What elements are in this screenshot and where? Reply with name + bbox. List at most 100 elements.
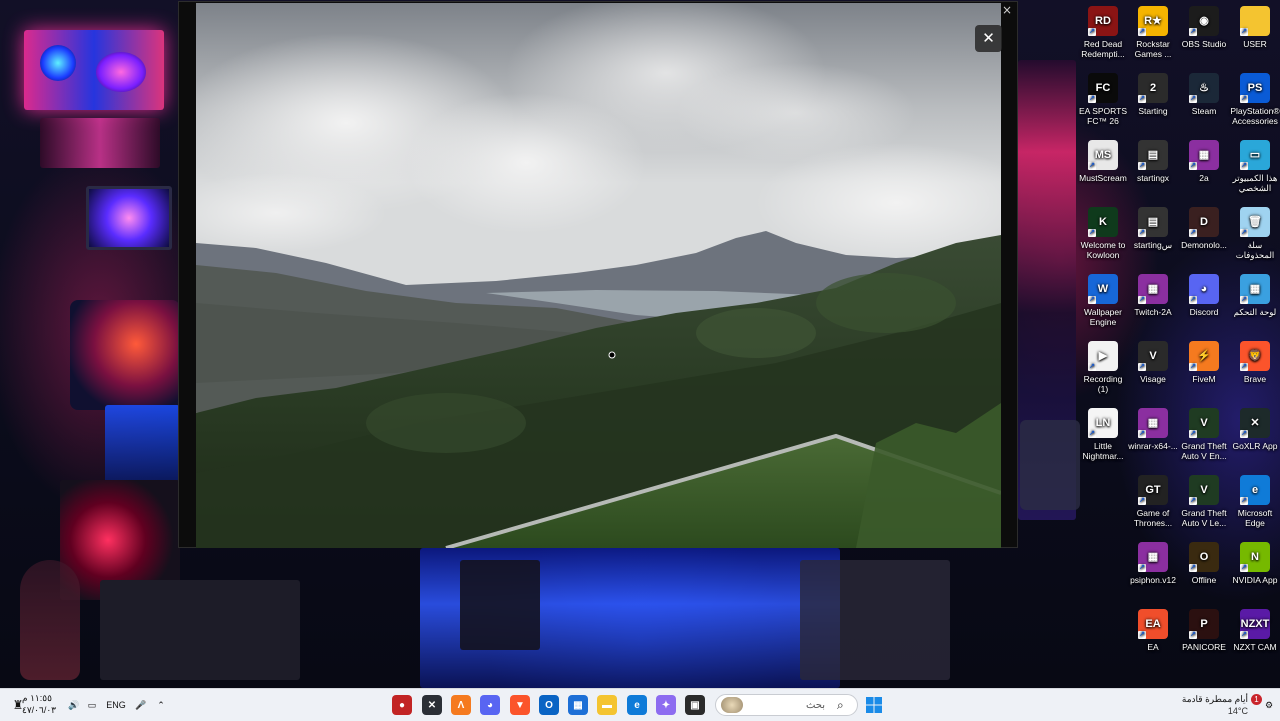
desktop-icon-gta[interactable]: V ↗ Grand Theft Auto V En... bbox=[1179, 408, 1229, 461]
shortcut-arrow-icon: ↗ bbox=[1138, 430, 1146, 438]
desktop-icon-mustscream[interactable]: MS ↗ MustScream bbox=[1078, 140, 1128, 183]
desktop-icon-little-nightmares[interactable]: LN ↗ Little Nightmar... bbox=[1078, 408, 1128, 461]
visage-icon: V ↗ bbox=[1138, 341, 1168, 371]
task-view-icon[interactable]: ▣ bbox=[685, 695, 705, 715]
weather-widget[interactable]: أيام ممطرة قادمة 14°C 1 bbox=[1160, 692, 1262, 718]
desktop-icon-nzxt[interactable]: NZXT ↗ NZXT CAM bbox=[1230, 609, 1280, 652]
desktop-icon-goxlr[interactable]: ✕ ↗ GoXLR App bbox=[1230, 408, 1280, 451]
desktop-icon-panicore[interactable]: P ↗ PANICORE bbox=[1179, 609, 1229, 652]
volume-icon[interactable]: 🔊 bbox=[66, 695, 82, 715]
desktop-icon-label: Little Nightmar... bbox=[1082, 441, 1124, 461]
desktop-icon-steam[interactable]: ♨ ↗ Steam bbox=[1179, 73, 1229, 116]
wallpaper-engine-icon: W ↗ bbox=[1088, 274, 1118, 304]
brave-icon: 🦁 ↗ bbox=[1240, 341, 1270, 371]
desktop-icon-startingx[interactable]: ▤ ↗ startingx bbox=[1128, 140, 1178, 183]
shortcut-arrow-icon: ↗ bbox=[1138, 631, 1146, 639]
desktop-icon-startings[interactable]: ▤ ↗ startingس bbox=[1128, 207, 1178, 250]
desktop-icon-winrar[interactable]: ▦ ↗ winrar-x64-... bbox=[1128, 408, 1178, 451]
desktop-icon-label: startingx bbox=[1136, 173, 1170, 183]
desktop-icon-demonologist[interactable]: D ↗ Demonolo... bbox=[1179, 207, 1229, 250]
windows-logo-icon bbox=[866, 697, 882, 713]
desktop-icon-kowloon[interactable]: K ↗ Welcome to Kowloon bbox=[1078, 207, 1128, 260]
desktop-icon-fc26[interactable]: FC ↗ EA SPORTS FC™ 26 bbox=[1078, 73, 1128, 126]
desktop-icon-winrar[interactable]: ▦ ↗ Twitch-2A bbox=[1128, 274, 1178, 317]
shortcut-arrow-icon: ↗ bbox=[1138, 363, 1146, 371]
wallpaper-fan bbox=[96, 52, 146, 92]
discord-task-icon[interactable]: ◕ bbox=[480, 695, 500, 715]
desktop-icon-nvidia[interactable]: N ↗ NVIDIA App bbox=[1230, 542, 1280, 585]
desktop-icon-label: Microsoft Edge bbox=[1237, 508, 1273, 528]
clock-time: ١١:٥٥ م bbox=[22, 693, 52, 703]
fivem-task-icon[interactable]: Λ bbox=[451, 695, 471, 715]
desktop-icon-label: PANICORE bbox=[1182, 642, 1226, 652]
desktop-icon-got[interactable]: GT ↗ Game of Thrones... bbox=[1128, 475, 1178, 528]
startingx-icon: ▤ ↗ bbox=[1138, 140, 1168, 170]
desktop-icon-folder[interactable]: ↗ USER bbox=[1230, 6, 1280, 49]
startings-icon: ▤ ↗ bbox=[1138, 207, 1168, 237]
language-indicator[interactable]: ENG bbox=[104, 695, 128, 715]
explorer-icon[interactable]: ▬ bbox=[597, 695, 617, 715]
microphone-icon[interactable]: 🎤 bbox=[134, 695, 148, 715]
nvidia-icon: N ↗ bbox=[1240, 542, 1270, 572]
terminal-icon[interactable]: ✕ bbox=[422, 695, 442, 715]
desktop-icon-discord[interactable]: ◕ ↗ Discord bbox=[1179, 274, 1229, 317]
shortcut-arrow-icon: ↗ bbox=[1189, 363, 1197, 371]
viewer-window-close-icon[interactable]: × bbox=[1000, 3, 1014, 17]
desktop-icon-rockstar[interactable]: R★ ↗ Rockstar Games ... bbox=[1128, 6, 1178, 59]
chevron-up-icon[interactable]: ⌃ bbox=[154, 695, 168, 715]
viewer-close-button[interactable]: ✕ bbox=[975, 25, 1002, 52]
desktop-icon-playstation[interactable]: PS ↗ PlayStation® Accessories bbox=[1230, 73, 1280, 126]
desktop-icon-video-file[interactable]: ▶ ↗ Recording (1) bbox=[1078, 341, 1128, 394]
desktop-icon-ea[interactable]: EA ↗ EA bbox=[1128, 609, 1178, 652]
brave-task-icon[interactable]: ▼ bbox=[510, 695, 530, 715]
store-icon[interactable]: ▦ bbox=[568, 695, 588, 715]
edge-task-icon[interactable]: e bbox=[627, 695, 647, 715]
desktop-icon-label: Welcome to Kowloon bbox=[1080, 240, 1126, 260]
shortcut-arrow-icon: ↗ bbox=[1138, 296, 1146, 304]
desktop-icon-rdr[interactable]: RD ↗ Red Dead Redempti... bbox=[1078, 6, 1128, 59]
desktop-icon-wallpaper-engine[interactable]: W ↗ Wallpaper Engine bbox=[1078, 274, 1128, 327]
desktop-icon-starting[interactable]: 2 ↗ Starting bbox=[1128, 73, 1178, 116]
desktop-icon-label: Brave bbox=[1243, 374, 1267, 384]
desktop-icon-gta[interactable]: V ↗ Grand Theft Auto V Le... bbox=[1179, 475, 1229, 528]
playstation-icon: PS ↗ bbox=[1240, 73, 1270, 103]
gta-icon: V ↗ bbox=[1189, 475, 1219, 505]
shortcut-arrow-icon: ↗ bbox=[1189, 564, 1197, 572]
shortcut-arrow-icon: ↗ bbox=[1240, 296, 1248, 304]
desktop-icon-label: هذا الكمبيوتر الشخصي bbox=[1232, 173, 1278, 193]
shortcut-arrow-icon: ↗ bbox=[1240, 363, 1248, 371]
app-red-icon[interactable]: ● bbox=[392, 695, 412, 715]
shortcut-arrow-icon: ↗ bbox=[1240, 564, 1248, 572]
desktop-icon-label: psiphon.v12 bbox=[1130, 575, 1176, 585]
clock[interactable]: ١١:٥٥ م ٤٧/٠٦/٠٣ bbox=[22, 692, 56, 716]
starting-icon: 2 ↗ bbox=[1138, 73, 1168, 103]
desktop-icon-this-pc[interactable]: ▭ ↗ هذا الكمبيوتر الشخصي bbox=[1230, 140, 1280, 193]
desktop-icon-obs[interactable]: ◉ ↗ OBS Studio bbox=[1179, 6, 1229, 49]
wallpaper-desk-right bbox=[800, 560, 950, 680]
notification-center-icon[interactable]: ⚙ bbox=[1262, 695, 1276, 715]
desktop-icon-winrar[interactable]: ▦ ↗ psiphon.v12 bbox=[1128, 542, 1178, 585]
recycle-bin-icon: 🗑 ↗ bbox=[1240, 207, 1270, 237]
shortcut-arrow-icon: ↗ bbox=[1189, 296, 1197, 304]
desktop-icon-edge[interactable]: e ↗ Microsoft Edge bbox=[1230, 475, 1280, 528]
desktop-icon-fivem[interactable]: ⚡ ↗ FiveM bbox=[1179, 341, 1229, 384]
shortcut-arrow-icon: ↗ bbox=[1138, 95, 1146, 103]
winrar-icon: ▦ ↗ bbox=[1138, 274, 1168, 304]
desktop-icon-label: Grand Theft Auto V En... bbox=[1181, 441, 1227, 461]
desktop-icon-label: Red Dead Redempti... bbox=[1081, 39, 1125, 59]
search-box[interactable]: بحث ⌕ bbox=[715, 694, 858, 716]
desktop-icon-recycle-bin[interactable]: 🗑 ↗ سلة المحذوفات bbox=[1230, 207, 1280, 260]
copilot-icon[interactable]: ✦ bbox=[656, 695, 676, 715]
desktop-icon-visage[interactable]: V ↗ Visage bbox=[1128, 341, 1178, 384]
desktop-icon-brave[interactable]: 🦁 ↗ Brave bbox=[1230, 341, 1280, 384]
search-icon: ⌕ bbox=[837, 698, 844, 712]
desktop-icon-offline[interactable]: O ↗ Offline bbox=[1179, 542, 1229, 585]
outlook-icon[interactable]: O bbox=[539, 695, 559, 715]
desktop-icon-winrar[interactable]: ▦ ↗ 2a bbox=[1179, 140, 1229, 183]
display-icon[interactable]: ▭ bbox=[84, 695, 100, 715]
desktop-icon-control-panel[interactable]: ▦ ↗ لوحة التحكم bbox=[1230, 274, 1280, 317]
shortcut-arrow-icon: ↗ bbox=[1088, 363, 1096, 371]
desktop-icon-label: Wallpaper Engine bbox=[1084, 307, 1122, 327]
start-button[interactable] bbox=[864, 695, 884, 715]
landscape-image bbox=[196, 3, 1001, 548]
